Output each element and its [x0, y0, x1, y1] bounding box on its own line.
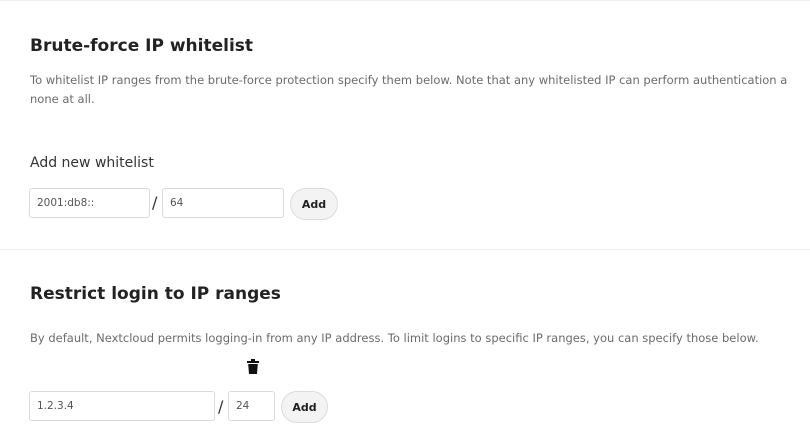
whitelist-slash: /: [152, 193, 158, 212]
trash-icon[interactable]: [247, 359, 259, 374]
bruteforce-description-line2: none at all.: [30, 92, 95, 106]
whitelist-ip-input[interactable]: [29, 188, 150, 218]
restrict-ip-input[interactable]: [29, 391, 215, 421]
add-restrict-button[interactable]: Add: [281, 391, 328, 423]
restrict-mask-input[interactable]: [228, 391, 275, 421]
whitelist-mask-input[interactable]: [162, 188, 284, 218]
restrict-description: By default, Nextcloud permits logging-in…: [30, 331, 759, 345]
add-whitelist-label: Add new whitelist: [30, 155, 154, 171]
restrict-slash: /: [218, 397, 224, 416]
add-whitelist-button[interactable]: Add: [290, 188, 338, 220]
section-divider: [0, 249, 810, 250]
top-border: [0, 0, 810, 1]
restrict-title: Restrict login to IP ranges: [30, 284, 281, 304]
bruteforce-title: Brute-force IP whitelist: [30, 36, 254, 56]
bruteforce-description-line1: To whitelist IP ranges from the brute-fo…: [30, 73, 788, 87]
